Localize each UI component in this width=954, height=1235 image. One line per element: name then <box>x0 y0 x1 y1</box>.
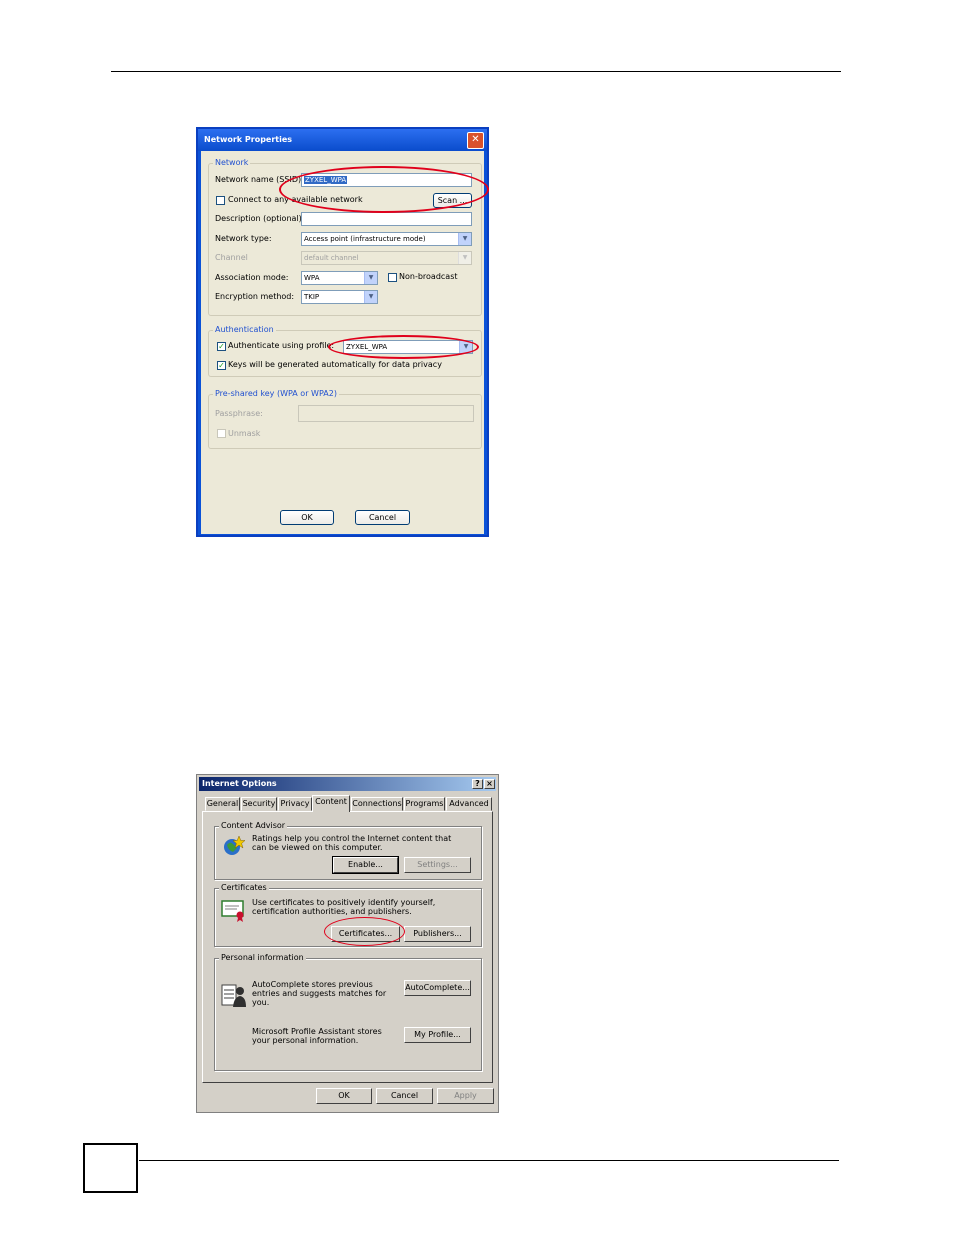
network-type-value: Access point (infrastructure mode) <box>304 235 426 243</box>
association-select[interactable]: WPA ▼ <box>301 271 378 285</box>
footer-rule <box>139 1160 839 1161</box>
channel-value: default channel <box>304 254 359 262</box>
help-icon[interactable]: ? <box>472 779 483 789</box>
ok-button[interactable]: OK <box>280 510 334 525</box>
close-icon[interactable]: × <box>484 779 495 789</box>
auth-profile-label: Authenticate using profile: <box>228 341 335 350</box>
description-input[interactable] <box>301 212 472 226</box>
autocomplete-text: AutoComplete stores previous entries and… <box>252 980 387 1007</box>
description-label: Description (optional): <box>215 214 305 223</box>
tab-connections[interactable]: Connections <box>351 797 403 811</box>
network-type-select[interactable]: Access point (infrastructure mode) ▼ <box>301 232 472 246</box>
non-broadcast-checkbox[interactable] <box>388 273 397 282</box>
passphrase-input[interactable] <box>298 405 474 422</box>
certificates-group-label: Certificates <box>219 883 269 893</box>
content-advisor-group-label: Content Advisor <box>219 821 288 831</box>
autocomplete-icon <box>221 984 246 1007</box>
close-icon[interactable]: ✕ <box>467 132 484 149</box>
ssid-highlight-oval <box>279 166 489 213</box>
chevron-down-icon[interactable]: ▼ <box>364 291 377 303</box>
header-rule <box>111 71 841 72</box>
profile-highlight-oval <box>328 335 479 359</box>
personal-information-group <box>214 958 482 1071</box>
network-group-label: Network <box>213 158 251 168</box>
auth-profile-checkbox[interactable]: ✓ <box>217 342 226 351</box>
passphrase-label: Passphrase: <box>215 409 263 418</box>
personal-information-group-label: Personal information <box>219 953 306 963</box>
content-advisor-icon <box>224 835 245 855</box>
ok-button[interactable]: OK <box>316 1088 372 1104</box>
authentication-group-label: Authentication <box>213 325 276 335</box>
dialog-title-bar[interactable]: Internet Options ? × <box>199 777 496 791</box>
publishers-button[interactable]: Publishers... <box>404 926 471 942</box>
cancel-button[interactable]: Cancel <box>376 1088 433 1104</box>
my-profile-button[interactable]: My Profile... <box>404 1027 471 1043</box>
certificate-icon <box>221 900 244 922</box>
tab-security[interactable]: Security <box>241 797 277 811</box>
tab-advanced[interactable]: Advanced <box>446 797 492 811</box>
chevron-down-icon[interactable]: ▼ <box>458 233 471 245</box>
tab-general[interactable]: General <box>205 797 240 811</box>
tab-privacy[interactable]: Privacy <box>278 797 312 811</box>
channel-label: Channel <box>215 253 248 262</box>
association-label: Association mode: <box>215 273 289 282</box>
dialog-title: Internet Options <box>202 779 277 788</box>
settings-button[interactable]: Settings... <box>404 857 471 873</box>
apply-button[interactable]: Apply <box>437 1088 494 1104</box>
unmask-label: Unmask <box>228 429 261 438</box>
encryption-select[interactable]: TKIP ▼ <box>301 290 378 304</box>
content-advisor-text: Ratings help you control the Internet co… <box>252 834 452 852</box>
page-number-box <box>83 1143 138 1193</box>
network-type-label: Network type: <box>215 234 272 243</box>
channel-select[interactable]: default channel ▼ <box>301 251 472 265</box>
non-broadcast-label: Non-broadcast <box>399 272 458 281</box>
certificates-highlight-oval <box>324 917 405 946</box>
certificates-text: Use certificates to positively identify … <box>252 898 436 916</box>
unmask-checkbox[interactable] <box>217 429 226 438</box>
autocomplete-button[interactable]: AutoComplete... <box>404 980 471 996</box>
keys-auto-checkbox[interactable]: ✓ <box>217 361 226 370</box>
encryption-label: Encryption method: <box>215 292 295 301</box>
encryption-value: TKIP <box>304 293 320 301</box>
connect-any-checkbox[interactable] <box>216 196 225 205</box>
chevron-down-icon[interactable]: ▼ <box>364 272 377 284</box>
tab-content[interactable]: Content <box>312 795 350 812</box>
dialog-title: Network Properties <box>204 135 293 144</box>
chevron-down-icon: ▼ <box>458 252 471 264</box>
tab-programs[interactable]: Programs <box>404 797 445 811</box>
psk-group-label: Pre-shared key (WPA or WPA2) <box>213 389 339 399</box>
cancel-button[interactable]: Cancel <box>355 510 410 525</box>
dialog-title-bar[interactable]: Network Properties ✕ <box>198 129 487 151</box>
keys-auto-label: Keys will be generated automatically for… <box>228 360 442 369</box>
enable-button[interactable]: Enable... <box>332 856 399 874</box>
association-value: WPA <box>304 274 320 282</box>
profile-assistant-text: Microsoft Profile Assistant stores your … <box>252 1027 382 1045</box>
